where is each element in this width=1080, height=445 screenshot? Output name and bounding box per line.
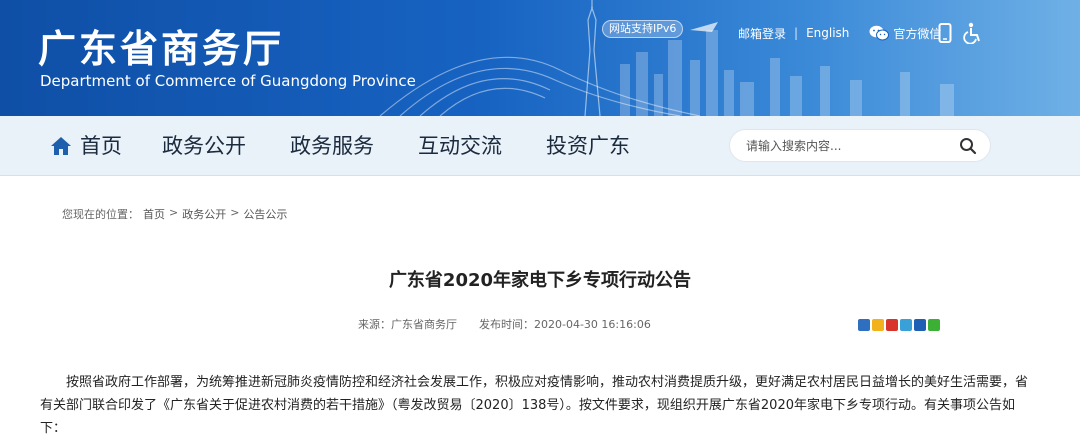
site-subtitle: Department of Commerce of Guangdong Prov… (40, 72, 416, 90)
article-meta: 来源：广东省商务厅 发布时间：2020-04-30 16:16:06 (358, 316, 651, 332)
article-publish-time: 发布时间：2020-04-30 16:16:06 (479, 318, 651, 331)
article-title: 广东省2020年家电下乡专项行动公告 (388, 270, 692, 291)
nav-item-label: 首页 (80, 134, 122, 158)
qzone-icon[interactable] (872, 319, 884, 331)
share-toolbar (858, 319, 942, 331)
home-icon (51, 137, 71, 155)
english-link[interactable]: English (806, 26, 849, 40)
search-icon[interactable] (959, 137, 977, 155)
article-source: 来源：广东省商务厅 (358, 318, 457, 331)
accessibility-icon[interactable] (962, 22, 984, 44)
weibo-icon[interactable] (886, 319, 898, 331)
breadcrumb-separator: > (169, 206, 179, 219)
official-wechat-link[interactable]: 官方微信 (869, 25, 941, 42)
nav-item-interaction[interactable]: 互动交流 (418, 132, 502, 160)
link-separator: | (794, 26, 799, 40)
wechat-icon (869, 25, 890, 41)
breadcrumb: 您现在的位置： 首页 > 政务公开 > 公告公示 (62, 206, 291, 222)
article-body: 按照省政府工作部署，为统筹推进新冠肺炎疫情防控和经济社会发展工作，积极应对疫情影… (40, 375, 1029, 436)
nav-item-gov-affairs-open[interactable]: 政务公开 (162, 132, 246, 160)
nav-item-home[interactable]: 首页 (50, 132, 122, 160)
email-login-link[interactable]: 邮箱登录 (738, 25, 786, 42)
renren-icon[interactable] (914, 319, 926, 331)
breadcrumb-prefix: 您现在的位置： (62, 208, 139, 221)
search-box (729, 129, 991, 162)
breadcrumb-gov-affairs-open[interactable]: 政务公开 (182, 206, 226, 222)
mobile-icon[interactable] (934, 22, 956, 44)
ipv6-badge: 网站支持IPv6 (602, 20, 684, 38)
breadcrumb-home[interactable]: 首页 (143, 206, 165, 222)
breadcrumb-announcements[interactable]: 公告公示 (243, 206, 287, 222)
share-plus-icon[interactable] (858, 319, 870, 331)
top-links: 邮箱登录 | English 官方微信 (738, 24, 941, 42)
nav-item-invest-guangdong[interactable]: 投资广东 (546, 132, 630, 160)
site-title: 广东省商务厅 (38, 27, 285, 71)
breadcrumb-separator: > (230, 206, 240, 219)
search-input[interactable] (746, 136, 946, 156)
nav-item-gov-services[interactable]: 政务服务 (290, 132, 374, 160)
tencent-weibo-icon[interactable] (900, 319, 912, 331)
header-banner: 广东省商务厅 Department of Commerce of Guangdo… (0, 0, 1080, 116)
wechat-share-icon[interactable] (928, 319, 940, 331)
